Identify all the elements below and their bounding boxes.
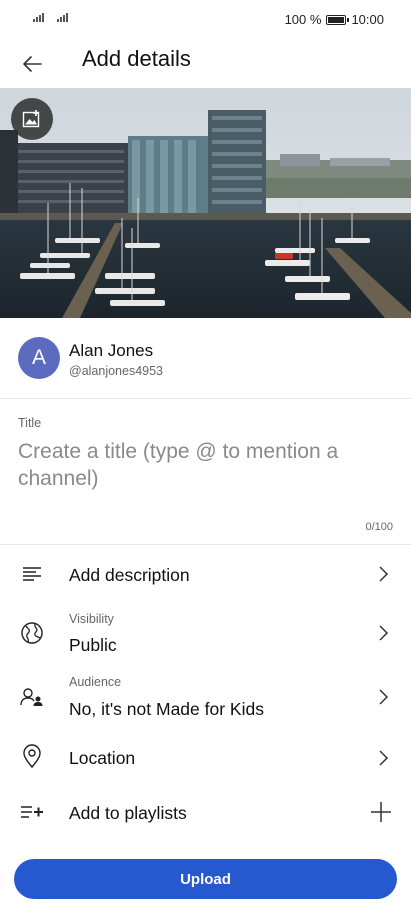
arrow-left-icon	[23, 56, 42, 72]
title-label: Title	[18, 416, 42, 430]
add-description-label: Add description	[69, 565, 190, 585]
add-to-playlists-label: Add to playlists	[69, 803, 187, 823]
status-bar: 100 % 10:00	[0, 0, 411, 40]
title-char-counter: 0/100	[365, 521, 393, 533]
video-thumbnail[interactable]	[0, 88, 411, 318]
visibility-caption: Visibility	[69, 612, 114, 626]
audience-row[interactable]: Audience No, it's not Made for Kids	[0, 668, 411, 724]
audience-value: No, it's not Made for Kids	[69, 699, 264, 719]
add-to-playlists-row[interactable]: Add to playlists	[0, 784, 411, 840]
page-title: Add details	[82, 46, 191, 71]
upload-button[interactable]: Upload	[14, 859, 397, 899]
channel-owner: A Alan Jones @alanjones4953	[0, 330, 411, 390]
location-pin-icon	[18, 742, 46, 770]
divider	[0, 544, 411, 545]
change-thumbnail-button[interactable]	[11, 98, 53, 140]
signal-icon	[33, 13, 44, 22]
app-bar	[0, 40, 411, 88]
clock: 10:00	[351, 12, 384, 27]
title-input[interactable]: Create a title (type @ to mention a chan…	[18, 438, 388, 492]
chevron-right-icon	[373, 687, 393, 707]
location-label: Location	[69, 748, 136, 768]
chevron-right-icon	[373, 623, 393, 643]
audience-caption: Audience	[69, 675, 122, 689]
chevron-right-icon	[373, 748, 393, 768]
visibility-value: Public	[69, 635, 117, 655]
owner-name: Alan Jones	[69, 341, 154, 360]
harbor-photo	[0, 88, 411, 318]
add-image-icon	[22, 110, 40, 128]
audience-people-icon	[18, 683, 46, 711]
description-lines-icon	[18, 560, 46, 588]
globe-icon	[18, 619, 46, 647]
back-button[interactable]	[14, 46, 50, 82]
divider	[0, 398, 411, 399]
battery-icon	[326, 14, 350, 25]
owner-handle: @alanjones4953	[69, 364, 164, 378]
playlist-add-icon	[18, 798, 46, 826]
location-row[interactable]: Location	[0, 730, 411, 786]
signal-icon	[57, 13, 68, 22]
avatar: A	[18, 337, 60, 379]
visibility-row[interactable]: Visibility Public	[0, 604, 411, 660]
chevron-right-icon	[373, 564, 393, 584]
plus-icon[interactable]	[369, 800, 393, 824]
add-description-row[interactable]: Add description	[0, 546, 411, 602]
battery-percent: 100 %	[284, 12, 322, 27]
